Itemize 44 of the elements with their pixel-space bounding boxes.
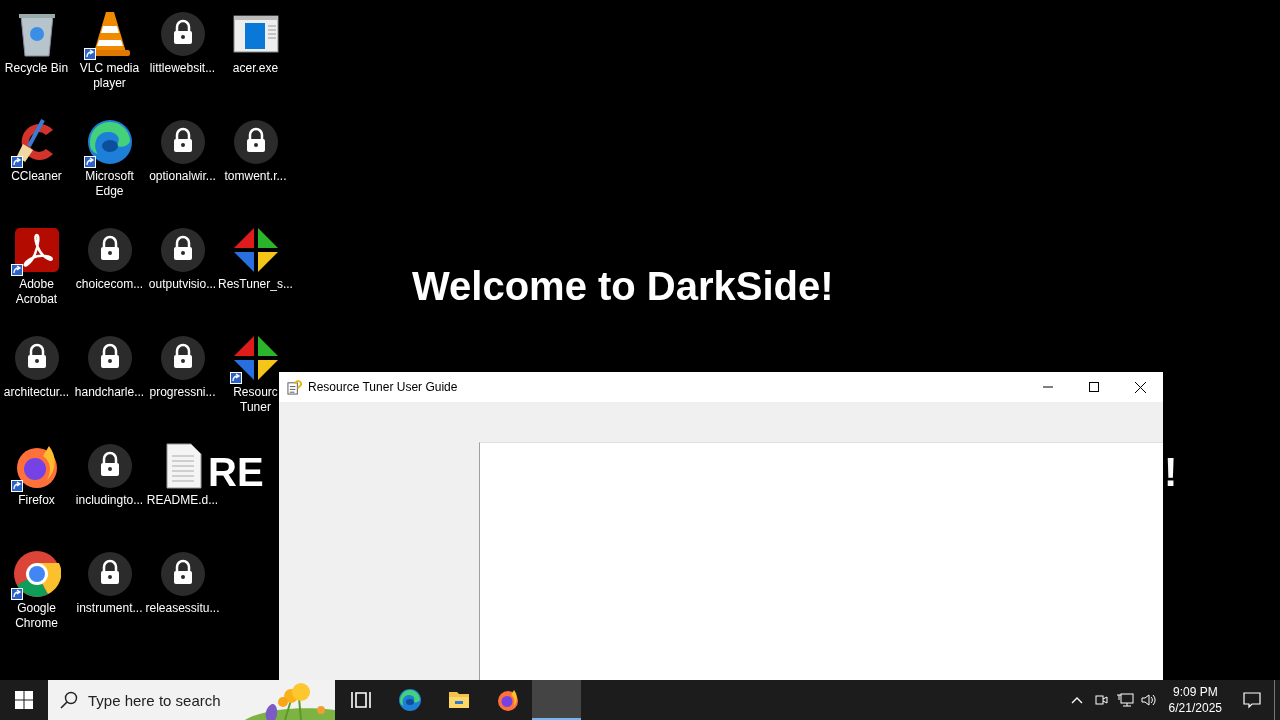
icon-label[interactable]: CCleaner [10,169,63,184]
swirl-icon [85,118,134,166]
wallpaper-text: Welcome to DarkSide! [412,263,834,310]
network-icon [1115,692,1134,708]
icon-label[interactable]: releasessitu... [144,601,221,616]
camera-icon [1092,692,1109,708]
icon-label[interactable]: Adobe Acrobat [15,277,58,307]
speaker-icon [1139,692,1158,708]
windows-logo-icon [15,691,33,709]
icon-label[interactable]: progressni... [148,385,217,400]
icon-label[interactable]: Resourc Tuner [232,385,279,415]
swirl-icon [397,688,422,712]
icon-label[interactable]: includingto... [75,493,144,508]
icon-label[interactable]: Google Chrome [14,601,59,631]
icon-label[interactable]: littlewebsit... [149,61,216,76]
close-icon [1134,381,1146,393]
pdf-icon [12,226,61,274]
icon-label[interactable]: VLC media player [79,61,140,91]
icon-label[interactable]: architectur... [3,385,70,400]
wallpaper-text: ! [1164,452,1178,492]
fox-globe-icon [495,688,520,712]
search-icon [60,691,78,709]
maximize-icon [1089,382,1099,392]
search-box[interactable]: Type here to search [48,680,335,720]
search-field[interactable]: Type here to search [86,690,255,710]
icon-label[interactable]: Firefox [17,493,56,508]
icon-label[interactable]: Microsoft Edge [84,169,135,199]
icon-label[interactable]: ResTuner_s... [217,277,294,292]
clock[interactable]: 9:09 PM 6/21/2025 [1160,680,1230,720]
wallpaper-text: RE [208,452,264,492]
chevron-up-icon [1070,696,1083,704]
icon-label[interactable]: outputvisio... [148,277,217,292]
speech-bubble-icon [1243,691,1261,709]
window-title: Resource Tuner User Guide [308,380,459,394]
help-document-icon [287,379,302,395]
icon-label[interactable]: handcharle... [74,385,145,400]
browser-circle-icon [12,550,61,598]
icon-label[interactable]: Recycle Bin [4,61,69,76]
icon-label[interactable]: optionalwir... [148,169,217,184]
icon-label[interactable]: choicecom... [75,277,144,292]
icon-label[interactable]: README.d... [146,493,219,508]
icon-label[interactable]: instrument... [75,601,144,616]
icon-label[interactable]: tomwent.r... [223,169,288,184]
icon-label[interactable]: acer.exe [232,61,279,76]
